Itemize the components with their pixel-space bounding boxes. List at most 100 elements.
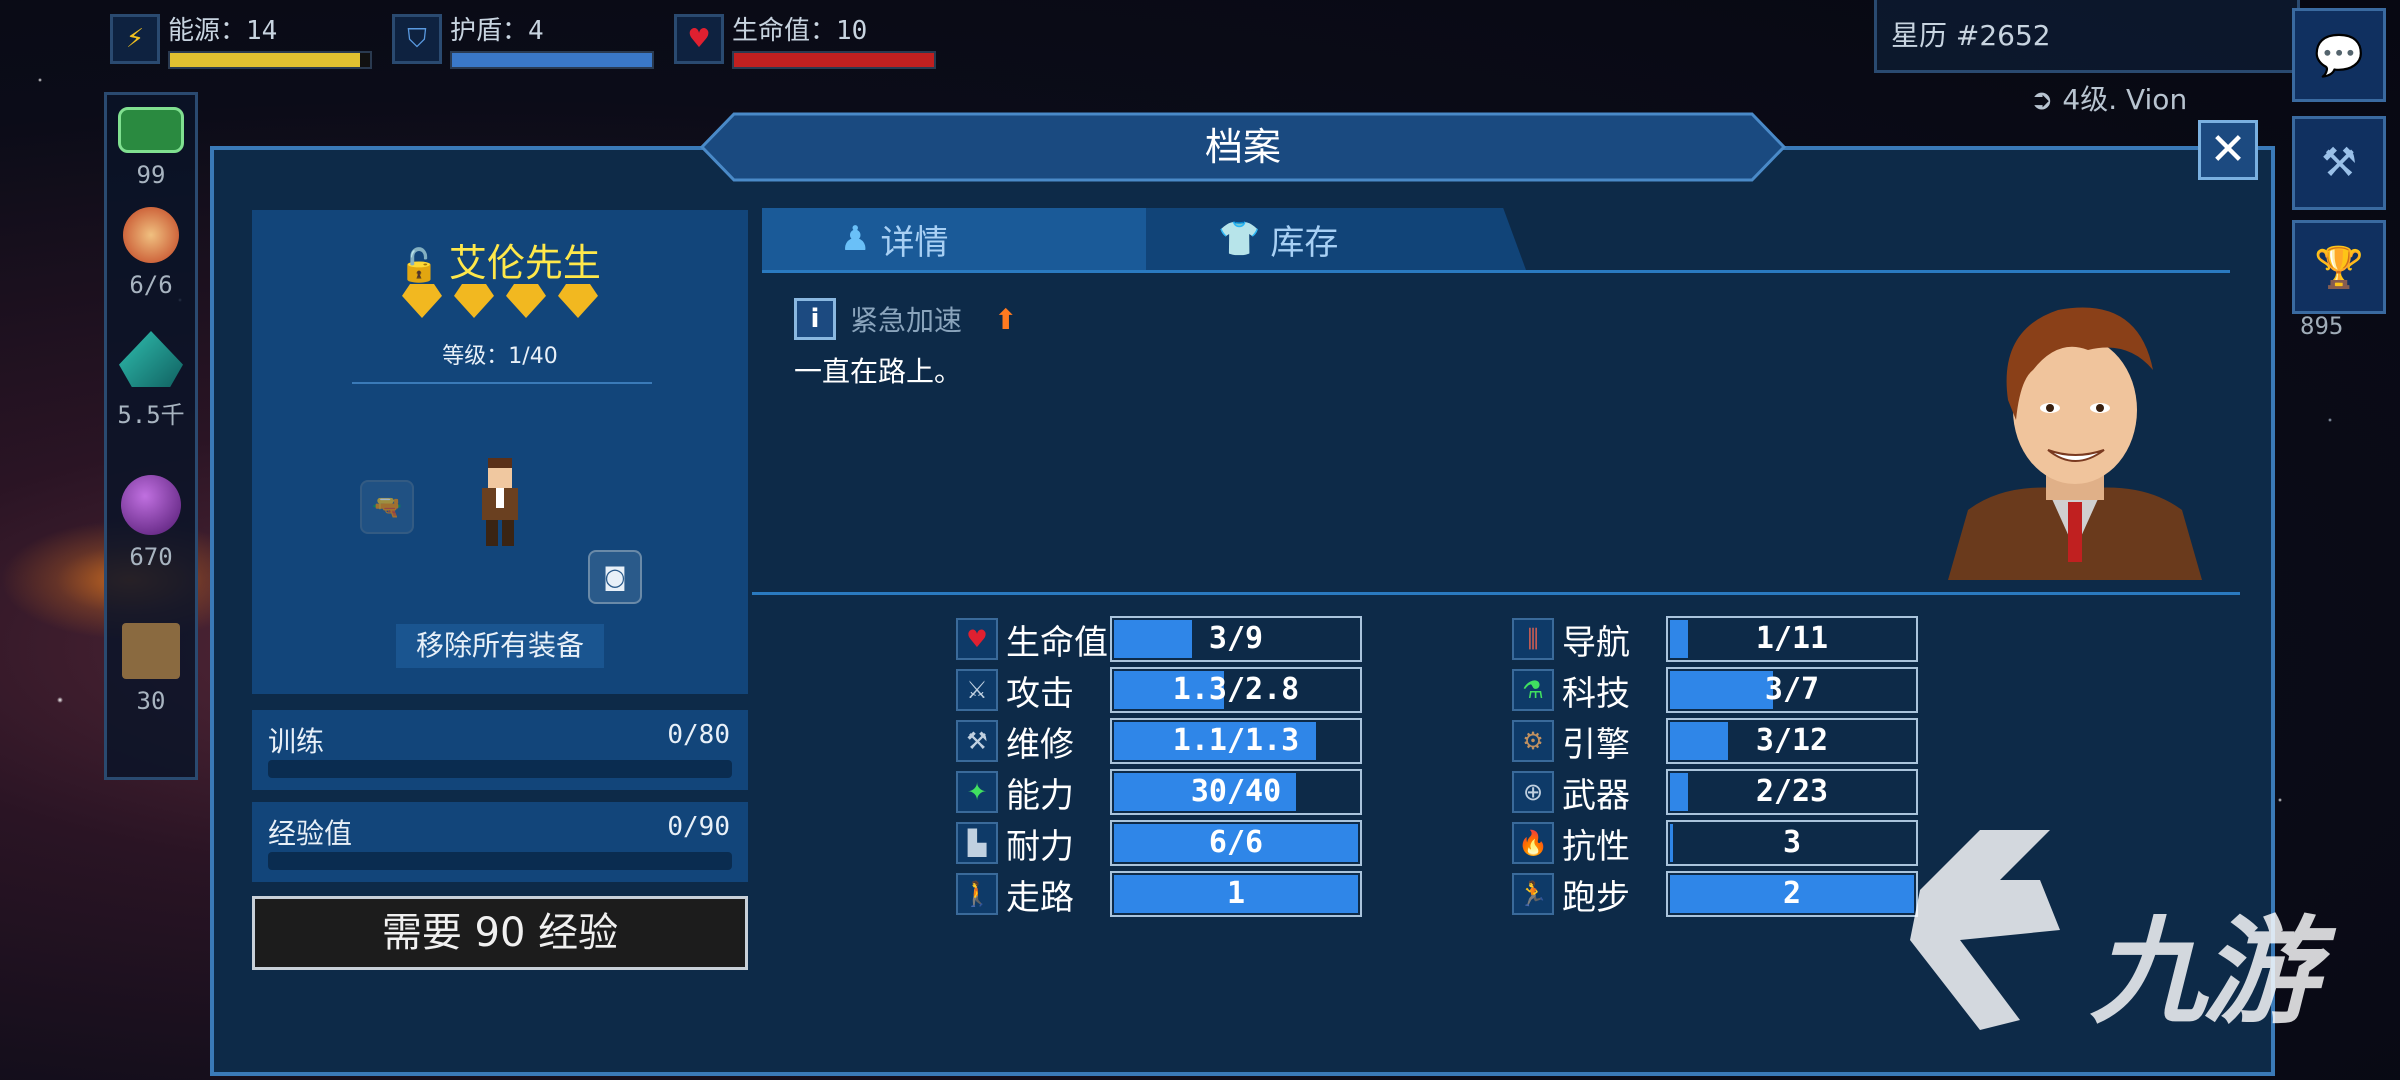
stat-run: 🏃 跑步 2 (1512, 871, 1918, 918)
character-card: 🔓 艾伦先生 等级：1/40 🔫 ◙ 移除所有装备 (252, 210, 748, 694)
trophy-button[interactable]: 🏆 (2292, 220, 2386, 314)
ability-icon: ✦ (956, 771, 998, 813)
character-name: 艾伦先生 (448, 241, 601, 285)
health-label: 生命值：10 (732, 15, 868, 46)
stat-walk: 🚶 走路 1 (956, 871, 1362, 918)
stat-resistance: 🔥 抗性 3 (1512, 820, 1918, 867)
player-level: ➲ 4级. Vion (2030, 83, 2188, 116)
shield-icon: ⛉ (392, 14, 442, 64)
skill-name: 紧急加速 (850, 304, 963, 337)
health-bar-fill (734, 52, 934, 67)
navigation-icon: ⫼ (1512, 618, 1554, 660)
gas-icon (121, 475, 181, 535)
experience-track: 经验值 0/90 (252, 802, 748, 882)
chat-button[interactable]: 💬 (2292, 8, 2386, 102)
training-track: 训练 0/80 (252, 710, 748, 790)
heart-icon: ♥ (956, 618, 998, 660)
gem-icon (454, 284, 494, 318)
info-icon[interactable]: i (794, 298, 836, 340)
fleet-icon: ➲ (2030, 83, 2063, 116)
stat-tech: ⚗ 科技 3/7 (1512, 667, 1918, 714)
engine-icon: ⚙ (1512, 720, 1554, 762)
experience-label: 经验值 (268, 817, 353, 850)
crate-icon (122, 623, 180, 679)
weapon-slot[interactable]: 🔫 (360, 480, 414, 534)
fire-icon: 🔥 (1512, 822, 1554, 864)
stat-weapons: ⊕ 武器 2/23 (1512, 769, 1918, 816)
experience-value: 0/90 (667, 812, 730, 842)
stats-divider (752, 592, 2240, 595)
unlock-icon[interactable]: 🔓 (399, 246, 439, 284)
stat-ability: ✦ 能力 30/40 (956, 769, 1362, 816)
divider (352, 382, 652, 384)
chat-bubble-icon: 💬 (2314, 32, 2364, 79)
resource-column: 99 6/6 5.5千 670 30 (104, 92, 198, 780)
remove-all-equipment-button[interactable]: 移除所有装备 (396, 624, 604, 668)
shield-bar-fill (452, 52, 652, 67)
resource-mineral[interactable]: 5.5千 (107, 331, 195, 430)
top-hud: ⚡ 能源：14 ⛉ 护盾：4 ♥ 生命值：10 (110, 0, 936, 78)
training-bar (268, 760, 732, 778)
crosshair-icon: ⊕ (1512, 771, 1554, 813)
stat-health: ♥ 生命值 3/9 (956, 616, 1362, 663)
skill-row: i 紧急加速 ⬆ (794, 298, 1017, 340)
close-button[interactable]: ✕ (2198, 120, 2258, 180)
tab-underline (762, 270, 2230, 273)
close-icon: ✕ (2209, 124, 2247, 175)
watermark-text: 九游 (2090, 905, 2318, 1040)
tab-inventory[interactable]: 👕 库存 (1146, 208, 1526, 270)
energy-label: 能源：14 (168, 15, 278, 46)
flask-icon: ⚗ (1512, 669, 1554, 711)
person-icon: ♟ (840, 219, 871, 259)
arrow-up-icon: ⬆ (994, 302, 1018, 336)
experience-bar (268, 852, 732, 870)
boot-icon: ▙ (956, 822, 998, 864)
crew-icon (123, 207, 179, 263)
stat-attack: ⚔ 攻击 1.3/2.8 (956, 667, 1362, 714)
hammer-icon: ⚒ (956, 720, 998, 762)
gem-icon (506, 284, 546, 318)
training-label: 训练 (268, 725, 325, 758)
health-meter: ♥ 生命值：10 (674, 10, 936, 69)
gem-icon (402, 284, 442, 318)
armor-slot[interactable]: ◙ (588, 550, 642, 604)
skill-description: 一直在路上。 (794, 355, 963, 388)
mineral-icon (119, 331, 183, 387)
stat-engine: ⚙ 引擎 3/12 (1512, 718, 1918, 765)
hammer-icon: ⚒ (2321, 140, 2357, 186)
character-level: 等级：1/40 (442, 344, 558, 369)
shield-meter: ⛉ 护盾：4 (392, 10, 654, 69)
training-value: 0/80 (667, 720, 730, 750)
stat-repair: ⚒ 维修 1.1/1.3 (956, 718, 1362, 765)
walk-icon: 🚶 (956, 873, 998, 915)
energy-meter: ⚡ 能源：14 (110, 10, 372, 69)
need-experience-button[interactable]: 需要 90 经验 (252, 896, 748, 970)
resource-money[interactable]: 99 (107, 107, 195, 189)
shield-label: 护盾：4 (450, 15, 544, 46)
panel-title: 档案 (1204, 125, 1281, 169)
heart-icon: ♥ (674, 14, 724, 64)
sword-icon: ⚔ (956, 669, 998, 711)
resource-crew[interactable]: 6/6 (107, 207, 195, 299)
lightning-icon: ⚡ (110, 14, 160, 64)
gem-icon (558, 284, 598, 318)
resource-crate[interactable]: 30 (107, 623, 195, 715)
stat-navigation: ⫼ 导航 1/11 (1512, 616, 1918, 663)
shirt-icon: 👕 (1218, 219, 1261, 259)
character-sprite (482, 458, 518, 546)
stardate-text: 星历 #2652 (1891, 19, 2051, 52)
tab-details[interactable]: ♟ 详情 (762, 208, 1162, 270)
resource-gas[interactable]: 670 (107, 475, 195, 571)
gun-icon: 🔫 (372, 493, 402, 521)
trophy-icon: 🏆 (2314, 244, 2364, 291)
stardate-display: 星历 #2652 (1874, 0, 2300, 73)
trophy-count: 895 (2300, 312, 2344, 340)
run-icon: 🏃 (1512, 873, 1554, 915)
rank-gems (402, 284, 598, 318)
build-button[interactable]: ⚒ (2292, 116, 2386, 210)
money-icon (118, 107, 184, 153)
panel-header: 档案 (700, 112, 1786, 182)
armor-icon: ◙ (603, 563, 627, 591)
energy-bar-fill (170, 52, 360, 67)
character-portrait (1948, 307, 2202, 580)
